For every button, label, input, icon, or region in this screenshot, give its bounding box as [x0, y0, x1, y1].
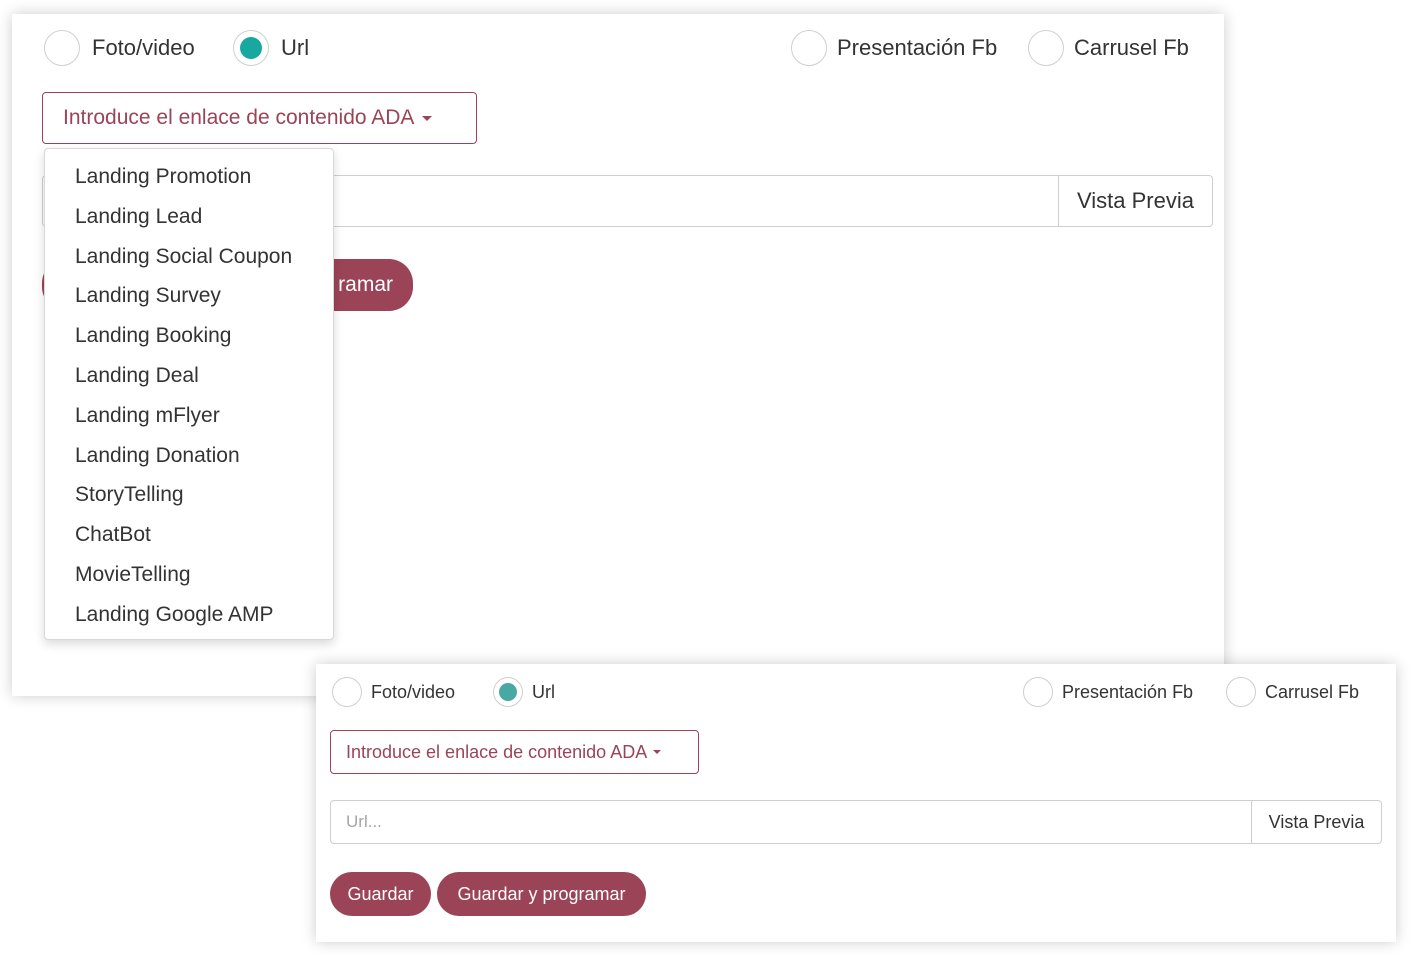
menu-item-landing-deal[interactable]: Landing Deal: [45, 356, 333, 396]
save-schedule-button[interactable]: Guardar y programar: [437, 872, 646, 916]
url-input-group: Vista Previa: [330, 800, 1382, 844]
save-button[interactable]: Guardar: [330, 872, 431, 916]
radio-selected-icon: [493, 677, 523, 707]
caret-down-icon: [422, 115, 433, 121]
radio-foto-video[interactable]: Foto/video: [44, 30, 195, 66]
ada-content-dropdown[interactable]: Introduce el enlace de contenido ADA: [330, 730, 699, 774]
preview-button[interactable]: Vista Previa: [1251, 801, 1381, 843]
radio-presentacion-fb[interactable]: Presentación Fb: [791, 30, 997, 66]
radio-label: Presentación Fb: [837, 35, 998, 60]
menu-item-landing-lead[interactable]: Landing Lead: [45, 197, 333, 237]
button-label: ramar: [338, 273, 393, 296]
menu-item-landing-google-amp[interactable]: Landing Google AMP: [45, 595, 333, 635]
radio-url[interactable]: Url: [493, 677, 555, 707]
menu-item-landing-social-coupon[interactable]: Landing Social Coupon: [45, 237, 333, 277]
menu-item-landing-donation[interactable]: Landing Donation: [45, 436, 333, 476]
radio-carrusel-fb[interactable]: Carrusel Fb: [1028, 30, 1189, 66]
radio-selected-icon: [233, 30, 269, 66]
front-panel: Foto/video Url Presentación Fb Carrusel …: [316, 664, 1396, 942]
caret-down-icon: [653, 750, 662, 754]
radio-label: Url: [281, 35, 310, 60]
radio-label: Url: [532, 681, 555, 702]
menu-item-landing-booking[interactable]: Landing Booking: [45, 316, 333, 356]
radio-label: Foto/video: [371, 681, 456, 702]
radio-circle-icon: [1023, 677, 1053, 707]
menu-item-landing-mflyer[interactable]: Landing mFlyer: [45, 396, 333, 436]
radio-label: Carrusel Fb: [1265, 681, 1360, 702]
dropdown-label: Introduce el enlace de contenido ADA: [63, 106, 415, 129]
menu-item-landing-promotion[interactable]: Landing Promotion: [45, 157, 333, 197]
radio-circle-icon: [791, 30, 827, 66]
menu-item-storytelling[interactable]: StoryTelling: [45, 475, 333, 515]
radio-circle-icon: [1226, 677, 1256, 707]
ada-content-dropdown[interactable]: Introduce el enlace de contenido ADA: [42, 92, 477, 144]
radio-circle-icon: [44, 30, 80, 66]
menu-item-landing-survey[interactable]: Landing Survey: [45, 276, 333, 316]
menu-item-chatbot[interactable]: ChatBot: [45, 515, 333, 555]
radio-url[interactable]: Url: [233, 30, 309, 66]
radio-circle-icon: [332, 677, 362, 707]
ada-dropdown-menu: Landing Promotion Landing Lead Landing S…: [44, 148, 334, 640]
radio-foto-video[interactable]: Foto/video: [332, 677, 455, 707]
radio-circle-icon: [1028, 30, 1064, 66]
radio-label: Foto/video: [92, 35, 195, 60]
radio-carrusel-fb[interactable]: Carrusel Fb: [1226, 677, 1359, 707]
dropdown-label: Introduce el enlace de contenido ADA: [346, 741, 648, 762]
url-input[interactable]: [331, 801, 1251, 843]
menu-item-movietelling[interactable]: MovieTelling: [45, 555, 333, 595]
radio-label: Presentación Fb: [1062, 681, 1194, 702]
radio-presentacion-fb[interactable]: Presentación Fb: [1023, 677, 1193, 707]
radio-label: Carrusel Fb: [1074, 35, 1189, 60]
preview-button[interactable]: Vista Previa: [1058, 176, 1212, 226]
